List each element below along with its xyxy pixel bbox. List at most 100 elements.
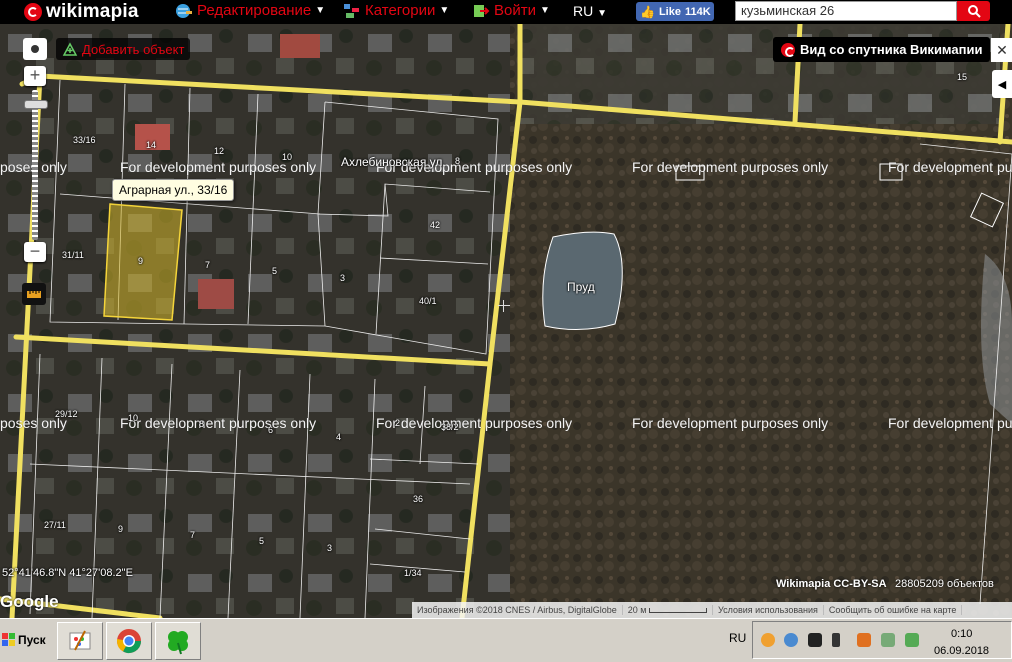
zoom-in-button[interactable]: + (24, 66, 46, 86)
house-number-label[interactable]: 4 (336, 432, 341, 442)
like-count: 114K (684, 5, 711, 18)
house-number-label[interactable]: 10 (282, 152, 292, 162)
house-number-label[interactable]: 2 (395, 418, 400, 428)
facebook-like-button[interactable]: 👍 Like 114K (636, 2, 714, 21)
panel-toggle-button[interactable]: ◀ (992, 70, 1012, 98)
watermark-text: For development pu (888, 415, 1012, 431)
thumbs-up-icon: 👍 (640, 4, 655, 19)
watermark-text: For development purposes only (632, 415, 829, 431)
login-icon (474, 4, 490, 17)
house-number-label[interactable]: 36 (413, 494, 423, 504)
close-button[interactable]: ✕ (991, 38, 1012, 62)
house-number-label[interactable]: 7 (205, 260, 210, 270)
tray-app-icon[interactable] (784, 633, 798, 647)
tray-app-icon[interactable] (857, 633, 871, 647)
add-object-button[interactable]: Добавить объект (56, 38, 191, 60)
zoom-control[interactable]: + − (22, 66, 48, 266)
house-number-label[interactable]: 5 (259, 536, 264, 546)
clock-date[interactable]: 06.09.2018 (934, 645, 989, 657)
house-number-label[interactable]: 31/11 (62, 250, 84, 260)
network-icon[interactable] (881, 633, 895, 647)
chevron-down-icon: ▼ (539, 5, 550, 16)
language-selector[interactable]: RU ▼ (573, 3, 607, 19)
plus-icon: + (29, 65, 41, 85)
close-icon: ✕ (996, 41, 1008, 58)
pond-label[interactable]: Пруд (567, 280, 595, 294)
categories-menu[interactable]: Категории ▼ (343, 2, 449, 19)
house-number-label[interactable]: 15 (957, 72, 967, 82)
taskbar-app-paint[interactable] (57, 622, 103, 660)
house-number-label[interactable]: 3 (340, 273, 345, 283)
chrome-icon (117, 629, 141, 654)
house-number-label[interactable]: 1/34 (404, 568, 422, 578)
house-number-label[interactable]: 8 (455, 156, 460, 166)
chevron-down-icon: ▼ (315, 5, 326, 16)
house-number-label[interactable]: 3 (327, 543, 332, 553)
like-label: Like (658, 5, 681, 18)
wikimapia-icon (781, 42, 795, 57)
watermark-text: For development purposes only (376, 415, 573, 431)
ruler-button[interactable] (22, 283, 46, 305)
search-input[interactable]: кузьминская 26 (735, 1, 957, 21)
watermark-text: For development pu (888, 159, 1012, 175)
house-number-label[interactable]: 40/1 (419, 296, 437, 306)
locate-button[interactable] (23, 38, 47, 60)
object-count: 28805209 объектов (895, 578, 994, 590)
clock-time[interactable]: 0:10 (951, 628, 972, 640)
zoom-slider-track[interactable] (32, 90, 38, 240)
house-number-label[interactable]: 6 (268, 425, 273, 435)
house-number-label[interactable]: 12 (214, 146, 224, 156)
top-navigation-bar: wikimapia Редактирование ▼ Категории ▼ В… (0, 0, 1012, 24)
watermark-text: For development purposes only (632, 159, 829, 175)
house-number-label[interactable]: 27/11 (44, 520, 66, 530)
tray-app-icon[interactable] (761, 633, 775, 647)
house-number-label[interactable]: 9 (118, 524, 123, 534)
tray-app-icon[interactable] (808, 633, 822, 647)
scale-bar: 20 м (623, 605, 713, 615)
start-label: Пуск (18, 633, 46, 647)
search-button[interactable] (957, 1, 990, 21)
house-number-label[interactable]: 7 (190, 530, 195, 540)
tray-app-icon[interactable] (905, 633, 919, 647)
categories-icon (344, 3, 359, 18)
volume-icon[interactable] (832, 633, 840, 647)
edit-menu[interactable]: Редактирование ▼ (175, 2, 325, 19)
taskbar-app-chrome[interactable] (106, 622, 152, 660)
map-crosshair (498, 300, 510, 312)
taskbar-app-solitaire[interactable] (155, 622, 201, 660)
street-label[interactable]: Ахлебиновская ул. (341, 155, 446, 169)
windows-taskbar: Пуск RU 0:10 06.09.2018 (0, 618, 1012, 662)
house-number-label[interactable]: 33/16 (73, 135, 96, 145)
wikimapia-logo-icon (24, 3, 42, 21)
language-label: RU (573, 3, 594, 19)
map-canvas[interactable]: poses only For development purposes only… (0, 24, 1012, 618)
map-footer: Изображения ©2018 CNES / Airbus, Digital… (412, 602, 1012, 618)
house-number-label[interactable]: 14 (146, 140, 156, 150)
google-logo[interactable]: Google (0, 592, 59, 612)
satellite-view-button[interactable]: Вид со спутника Викимапии (773, 37, 991, 62)
house-number-label[interactable]: 38/2 (441, 422, 459, 432)
satellite-view-label: Вид со спутника Викимапии (800, 42, 983, 57)
add-object-icon (62, 42, 78, 56)
input-language-indicator[interactable]: RU (729, 631, 746, 645)
house-number-label[interactable]: 5 (272, 266, 277, 276)
start-button[interactable]: Пуск (2, 623, 46, 657)
zoom-out-button[interactable]: − (24, 242, 46, 262)
zoom-slider-handle[interactable] (24, 100, 48, 109)
attribution-link[interactable]: Wikimapia CC-BY-SA (776, 578, 887, 590)
house-number-label[interactable]: 42 (430, 220, 440, 230)
terms-link[interactable]: Условия использования (713, 605, 824, 615)
chevron-left-icon: ◀ (997, 78, 1007, 91)
report-error-link[interactable]: Сообщить об ошибке на карте (824, 605, 963, 615)
login-menu[interactable]: Войти ▼ (472, 2, 550, 19)
house-number-label[interactable]: 29/12 (55, 409, 78, 419)
satellite-imagery (0, 24, 1012, 618)
house-number-label[interactable]: 10 (128, 413, 138, 423)
object-tooltip: Аграрная ул., 33/16 (112, 179, 235, 201)
house-number-label[interactable]: 8 (199, 419, 204, 429)
logo-text: wikimapia (46, 1, 139, 22)
system-tray: 0:10 06.09.2018 (752, 621, 1012, 659)
house-number-label[interactable]: 9 (138, 256, 143, 266)
wikimapia-logo[interactable]: wikimapia (24, 1, 139, 23)
edit-menu-label: Редактирование (197, 2, 312, 19)
